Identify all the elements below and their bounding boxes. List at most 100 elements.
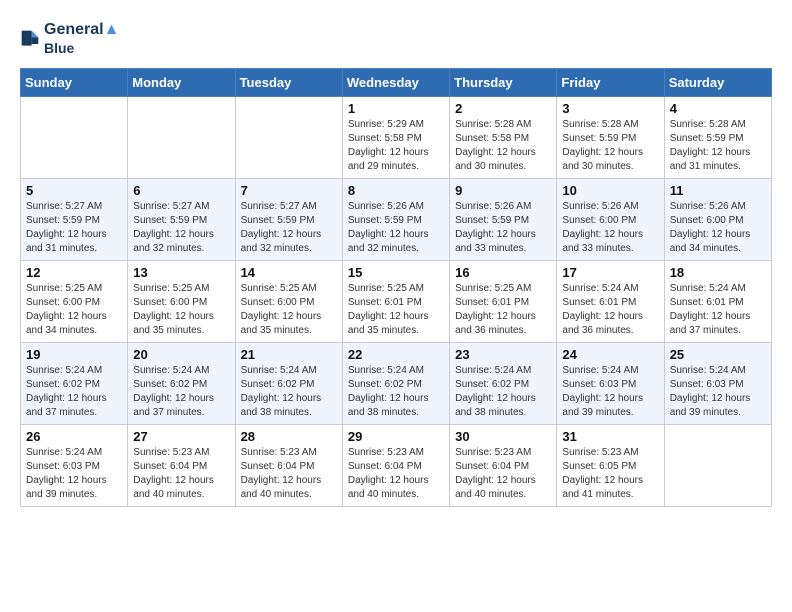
day-info: Sunrise: 5:26 AM Sunset: 6:00 PM Dayligh…: [562, 200, 658, 256]
calendar-cell: [128, 97, 235, 179]
calendar-cell: 18 Sunrise: 5:24 AM Sunset: 6:01 PM Dayli…: [664, 261, 771, 343]
calendar-cell: 15 Sunrise: 5:25 AM Sunset: 6:01 PM Dayli…: [342, 261, 449, 343]
logo: General▲ Blue: [20, 20, 119, 58]
day-info: Sunrise: 5:24 AM Sunset: 6:03 PM Dayligh…: [670, 364, 766, 420]
calendar-cell: 12 Sunrise: 5:25 AM Sunset: 6:00 PM Dayli…: [21, 261, 128, 343]
calendar-cell: 9 Sunrise: 5:26 AM Sunset: 5:59 PM Daylig…: [450, 179, 557, 261]
day-info: Sunrise: 5:26 AM Sunset: 5:59 PM Dayligh…: [348, 200, 444, 256]
day-number: 18: [670, 265, 766, 280]
calendar-table: SundayMondayTuesdayWednesdayThursdayFrid…: [20, 68, 772, 507]
day-number: 15: [348, 265, 444, 280]
calendar-cell: [664, 425, 771, 507]
day-info: Sunrise: 5:25 AM Sunset: 6:00 PM Dayligh…: [133, 282, 229, 338]
day-info: Sunrise: 5:27 AM Sunset: 5:59 PM Dayligh…: [26, 200, 122, 256]
calendar-cell: 17 Sunrise: 5:24 AM Sunset: 6:01 PM Dayli…: [557, 261, 664, 343]
day-number: 6: [133, 183, 229, 198]
day-number: 28: [241, 429, 337, 444]
day-info: Sunrise: 5:23 AM Sunset: 6:04 PM Dayligh…: [348, 446, 444, 502]
calendar-cell: 11 Sunrise: 5:26 AM Sunset: 6:00 PM Dayli…: [664, 179, 771, 261]
calendar-week-row: 12 Sunrise: 5:25 AM Sunset: 6:00 PM Dayli…: [21, 261, 772, 343]
day-number: 22: [348, 347, 444, 362]
day-number: 31: [562, 429, 658, 444]
calendar-week-row: 19 Sunrise: 5:24 AM Sunset: 6:02 PM Dayli…: [21, 343, 772, 425]
day-number: 23: [455, 347, 551, 362]
day-info: Sunrise: 5:24 AM Sunset: 6:01 PM Dayligh…: [670, 282, 766, 338]
day-info: Sunrise: 5:25 AM Sunset: 6:01 PM Dayligh…: [348, 282, 444, 338]
day-info: Sunrise: 5:24 AM Sunset: 6:02 PM Dayligh…: [241, 364, 337, 420]
calendar-cell: 4 Sunrise: 5:28 AM Sunset: 5:59 PM Daylig…: [664, 97, 771, 179]
calendar-cell: 23 Sunrise: 5:24 AM Sunset: 6:02 PM Dayli…: [450, 343, 557, 425]
col-header-wednesday: Wednesday: [342, 69, 449, 97]
calendar-cell: 26 Sunrise: 5:24 AM Sunset: 6:03 PM Dayli…: [21, 425, 128, 507]
calendar-cell: 5 Sunrise: 5:27 AM Sunset: 5:59 PM Daylig…: [21, 179, 128, 261]
day-number: 4: [670, 101, 766, 116]
day-info: Sunrise: 5:29 AM Sunset: 5:58 PM Dayligh…: [348, 118, 444, 174]
day-number: 25: [670, 347, 766, 362]
calendar-cell: 8Sunrise: 5:26 AM Sunset: 5:59 PM Daylig…: [342, 179, 449, 261]
col-header-sunday: Sunday: [21, 69, 128, 97]
day-info: Sunrise: 5:27 AM Sunset: 5:59 PM Dayligh…: [241, 200, 337, 256]
day-number: 19: [26, 347, 122, 362]
calendar-cell: 21 Sunrise: 5:24 AM Sunset: 6:02 PM Dayli…: [235, 343, 342, 425]
day-number: 11: [670, 183, 766, 198]
day-info: Sunrise: 5:24 AM Sunset: 6:01 PM Dayligh…: [562, 282, 658, 338]
day-info: Sunrise: 5:24 AM Sunset: 6:02 PM Dayligh…: [26, 364, 122, 420]
calendar-cell: 14 Sunrise: 5:25 AM Sunset: 6:00 PM Dayli…: [235, 261, 342, 343]
day-number: 17: [562, 265, 658, 280]
col-header-saturday: Saturday: [664, 69, 771, 97]
calendar-cell: 16Sunrise: 5:25 AM Sunset: 6:01 PM Dayli…: [450, 261, 557, 343]
calendar-header-row: SundayMondayTuesdayWednesdayThursdayFrid…: [21, 69, 772, 97]
calendar-cell: [235, 97, 342, 179]
day-number: 7: [241, 183, 337, 198]
day-info: Sunrise: 5:23 AM Sunset: 6:04 PM Dayligh…: [455, 446, 551, 502]
col-header-tuesday: Tuesday: [235, 69, 342, 97]
day-info: Sunrise: 5:23 AM Sunset: 6:05 PM Dayligh…: [562, 446, 658, 502]
day-number: 9: [455, 183, 551, 198]
day-info: Sunrise: 5:28 AM Sunset: 5:59 PM Dayligh…: [670, 118, 766, 174]
col-header-monday: Monday: [128, 69, 235, 97]
calendar-week-row: 5 Sunrise: 5:27 AM Sunset: 5:59 PM Daylig…: [21, 179, 772, 261]
calendar-cell: 6Sunrise: 5:27 AM Sunset: 5:59 PM Daylig…: [128, 179, 235, 261]
calendar-cell: 22 Sunrise: 5:24 AM Sunset: 6:02 PM Dayli…: [342, 343, 449, 425]
day-number: 30: [455, 429, 551, 444]
day-number: 12: [26, 265, 122, 280]
day-info: Sunrise: 5:26 AM Sunset: 6:00 PM Dayligh…: [670, 200, 766, 256]
day-info: Sunrise: 5:25 AM Sunset: 6:01 PM Dayligh…: [455, 282, 551, 338]
calendar-cell: 7 Sunrise: 5:27 AM Sunset: 5:59 PM Daylig…: [235, 179, 342, 261]
calendar-cell: 31 Sunrise: 5:23 AM Sunset: 6:05 PM Dayli…: [557, 425, 664, 507]
day-info: Sunrise: 5:24 AM Sunset: 6:02 PM Dayligh…: [455, 364, 551, 420]
day-info: Sunrise: 5:23 AM Sunset: 6:04 PM Dayligh…: [241, 446, 337, 502]
day-info: Sunrise: 5:26 AM Sunset: 5:59 PM Dayligh…: [455, 200, 551, 256]
day-number: 21: [241, 347, 337, 362]
day-info: Sunrise: 5:24 AM Sunset: 6:02 PM Dayligh…: [133, 364, 229, 420]
calendar-cell: 29 Sunrise: 5:23 AM Sunset: 6:04 PM Dayli…: [342, 425, 449, 507]
day-number: 14: [241, 265, 337, 280]
day-info: Sunrise: 5:24 AM Sunset: 6:03 PM Dayligh…: [26, 446, 122, 502]
day-number: 1: [348, 101, 444, 116]
calendar-cell: 1 Sunrise: 5:29 AM Sunset: 5:58 PM Daylig…: [342, 97, 449, 179]
day-number: 26: [26, 429, 122, 444]
col-header-friday: Friday: [557, 69, 664, 97]
calendar-cell: 3 Sunrise: 5:28 AM Sunset: 5:59 PM Daylig…: [557, 97, 664, 179]
day-number: 29: [348, 429, 444, 444]
day-number: 2: [455, 101, 551, 116]
day-info: Sunrise: 5:28 AM Sunset: 5:59 PM Dayligh…: [562, 118, 658, 174]
day-number: 20: [133, 347, 229, 362]
col-header-thursday: Thursday: [450, 69, 557, 97]
logo-icon: [20, 29, 40, 49]
day-number: 5: [26, 183, 122, 198]
calendar-week-row: 1 Sunrise: 5:29 AM Sunset: 5:58 PM Daylig…: [21, 97, 772, 179]
calendar-cell: 30 Sunrise: 5:23 AM Sunset: 6:04 PM Dayli…: [450, 425, 557, 507]
calendar-cell: 13 Sunrise: 5:25 AM Sunset: 6:00 PM Dayli…: [128, 261, 235, 343]
day-info: Sunrise: 5:25 AM Sunset: 6:00 PM Dayligh…: [241, 282, 337, 338]
day-info: Sunrise: 5:25 AM Sunset: 6:00 PM Dayligh…: [26, 282, 122, 338]
day-number: 27: [133, 429, 229, 444]
calendar-cell: 25 Sunrise: 5:24 AM Sunset: 6:03 PM Dayli…: [664, 343, 771, 425]
calendar-cell: 27Sunrise: 5:23 AM Sunset: 6:04 PM Dayli…: [128, 425, 235, 507]
day-number: 13: [133, 265, 229, 280]
day-number: 3: [562, 101, 658, 116]
day-info: Sunrise: 5:24 AM Sunset: 6:03 PM Dayligh…: [562, 364, 658, 420]
day-number: 10: [562, 183, 658, 198]
calendar-cell: 24Sunrise: 5:24 AM Sunset: 6:03 PM Dayli…: [557, 343, 664, 425]
day-info: Sunrise: 5:24 AM Sunset: 6:02 PM Dayligh…: [348, 364, 444, 420]
